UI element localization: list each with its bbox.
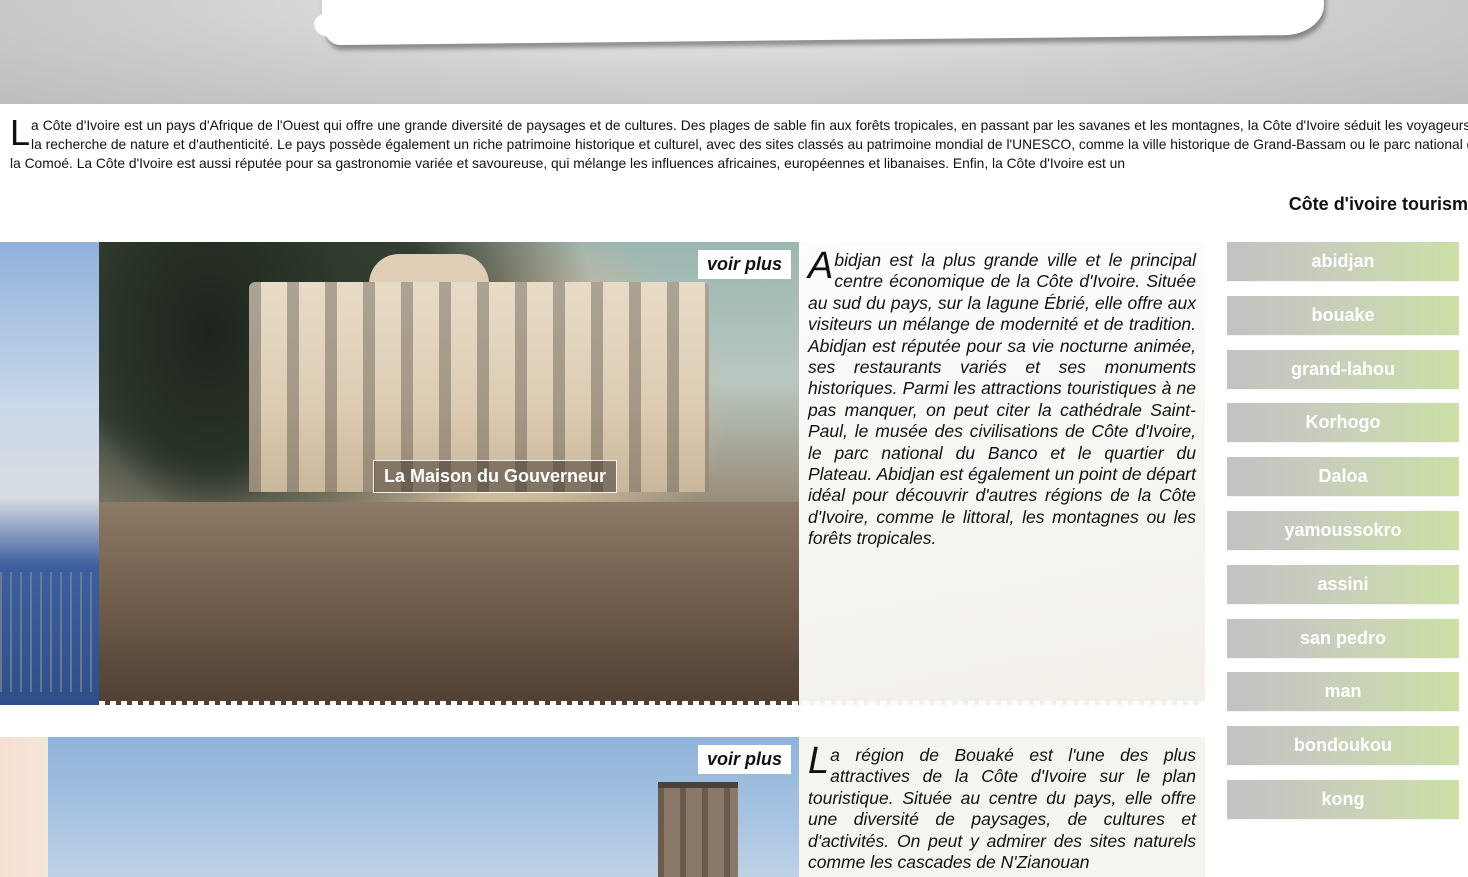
- description-text: bidjan est la plus grande ville et le pr…: [808, 250, 1196, 549]
- voir-plus-button[interactable]: voir plus: [697, 250, 791, 279]
- description-dropcap: L: [808, 740, 830, 782]
- nav-button-grand-lahou[interactable]: grand-lahou: [1227, 349, 1459, 389]
- nav-button-san-pedro[interactable]: san pedro: [1227, 618, 1459, 658]
- nav-button-kong[interactable]: kong: [1227, 779, 1459, 819]
- photo-caption: La Maison du Gouverneur: [373, 460, 618, 493]
- description-text: a région de Bouaké est l'une des plus at…: [808, 745, 1196, 873]
- voir-plus-button[interactable]: voir plus: [697, 745, 791, 774]
- nav-button-abidjan[interactable]: abidjan: [1227, 242, 1459, 281]
- carousel-prev-image[interactable]: [0, 242, 99, 705]
- tower-shape: [658, 782, 738, 877]
- nav-button-bondoukou[interactable]: bondoukou: [1227, 726, 1459, 766]
- ground-shape: [99, 502, 799, 705]
- nav-button-korhogo[interactable]: Korhogo: [1227, 403, 1459, 443]
- intro-paragraph: La Côte d'Ivoire est un pays d'Afrique d…: [10, 116, 1468, 190]
- destination-photo[interactable]: voir plus: [48, 737, 799, 877]
- destination-description: Abidjan est la plus grande ville et le p…: [808, 245, 1196, 550]
- torn-edge: [99, 701, 1205, 705]
- site-title: Côte d'ivoire tourism: [1288, 194, 1468, 214]
- city-navigation: abidjan bouake grand-lahou Korhogo Daloa…: [1227, 242, 1459, 834]
- nav-button-daloa[interactable]: Daloa: [1227, 457, 1459, 497]
- intro-text: a Côte d'Ivoire est un pays d'Afrique de…: [10, 118, 1468, 171]
- destination-card-abidjan: voir plus La Maison du Gouverneur Abidja…: [0, 242, 1205, 705]
- nav-button-assini[interactable]: assini: [1227, 564, 1459, 604]
- nav-button-man[interactable]: man: [1227, 672, 1459, 712]
- destination-card-bouake: voir plus La région de Bouaké est l'une …: [0, 737, 1205, 877]
- destination-photo[interactable]: voir plus La Maison du Gouverneur: [99, 242, 799, 705]
- description-dropcap: A: [808, 245, 834, 287]
- header-banner: [0, 0, 1468, 104]
- nav-button-yamoussokro[interactable]: yamoussokro: [1227, 510, 1459, 550]
- intro-dropcap: L: [10, 116, 31, 153]
- destination-description: La région de Bouaké est l'une des plus a…: [808, 740, 1196, 873]
- nav-button-bouake[interactable]: bouake: [1227, 295, 1459, 335]
- brush-stroke-logo: [321, 0, 1325, 46]
